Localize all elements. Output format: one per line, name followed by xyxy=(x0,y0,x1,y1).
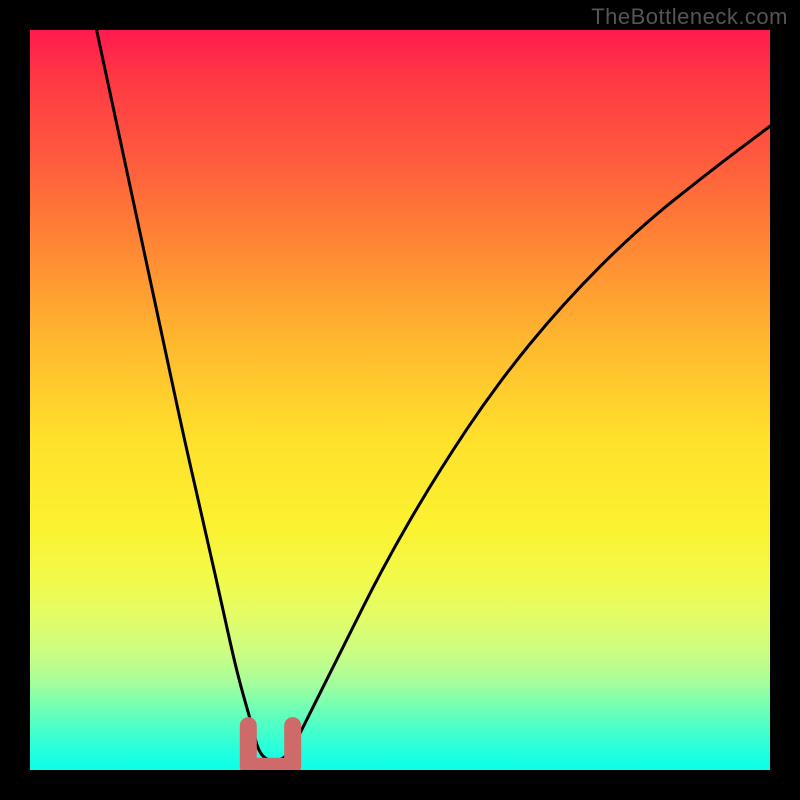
plot-area xyxy=(30,30,770,770)
chart-container: TheBottleneck.com xyxy=(0,0,800,800)
chart-svg xyxy=(30,30,770,770)
optimal-marker xyxy=(248,726,292,767)
watermark-text: TheBottleneck.com xyxy=(591,4,788,30)
bottleneck-curve xyxy=(97,30,770,761)
